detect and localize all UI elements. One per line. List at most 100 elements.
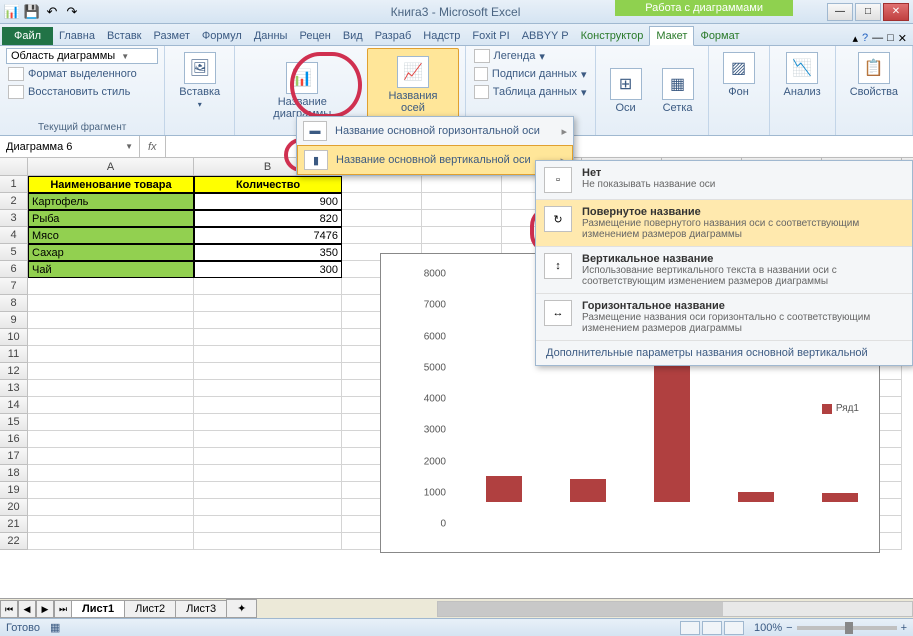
cell[interactable] [194, 516, 342, 533]
submenu-vertical-title[interactable]: ↕ Вертикальное названиеИспользование вер… [536, 247, 912, 294]
axes-button[interactable]: ⊞Оси [602, 48, 650, 133]
doc-restore-icon[interactable]: □ [887, 32, 894, 45]
submenu-none[interactable]: ▫ НетНе показывать название оси [536, 161, 912, 200]
cell[interactable] [342, 227, 422, 244]
tab-chart-format[interactable]: Формат [694, 27, 745, 45]
row-header[interactable]: 20 [0, 499, 28, 516]
undo-icon[interactable]: ↶ [44, 4, 60, 20]
doc-close-icon[interactable]: ✕ [898, 32, 907, 45]
cell[interactable] [194, 312, 342, 329]
row-header[interactable]: 8 [0, 295, 28, 312]
tab-foxit[interactable]: Foxit PI [466, 27, 515, 45]
cell[interactable] [28, 397, 194, 414]
cell[interactable] [28, 448, 194, 465]
cell[interactable] [28, 380, 194, 397]
properties-button[interactable]: 📋Свойства [842, 48, 906, 102]
submenu-rotated-title[interactable]: ↻ Повернутое названиеРазмещение повернут… [536, 200, 912, 247]
cell[interactable] [28, 295, 194, 312]
row-header[interactable]: 6 [0, 261, 28, 278]
cell[interactable]: 820 [194, 210, 342, 227]
insert-button[interactable]: 🖼Вставка▾ [171, 48, 228, 113]
cell[interactable]: 900 [194, 193, 342, 210]
tab-home[interactable]: Главна [53, 27, 101, 45]
legend-button[interactable]: Легенда ▾ [472, 48, 589, 64]
cell[interactable] [28, 431, 194, 448]
chart-bar[interactable] [822, 493, 858, 502]
sheet-nav-last[interactable]: ⏭ [54, 600, 72, 618]
sheet-tab-3[interactable]: Лист3 [175, 600, 227, 618]
tab-insert[interactable]: Вставк [101, 27, 148, 45]
row-header[interactable]: 5 [0, 244, 28, 261]
row-header[interactable]: 17 [0, 448, 28, 465]
minimize-button[interactable]: — [827, 3, 853, 21]
macro-icon[interactable]: ▦ [50, 621, 60, 634]
cell[interactable] [194, 363, 342, 380]
cell[interactable]: Наименование товара [28, 176, 194, 193]
data-labels-button[interactable]: Подписи данных ▾ [472, 66, 589, 82]
tab-developer[interactable]: Разраб [369, 27, 418, 45]
sheet-nav-prev[interactable]: ◀ [18, 600, 36, 618]
row-header[interactable]: 11 [0, 346, 28, 363]
cell[interactable] [28, 312, 194, 329]
cell[interactable] [28, 482, 194, 499]
format-selection-button[interactable]: Формат выделенного [6, 66, 158, 82]
cell[interactable] [194, 295, 342, 312]
row-header[interactable]: 7 [0, 278, 28, 295]
tab-chart-layout[interactable]: Макет [649, 26, 694, 46]
sheet-nav-next[interactable]: ▶ [36, 600, 54, 618]
cell[interactable]: Мясо [28, 227, 194, 244]
redo-icon[interactable]: ↷ [64, 4, 80, 20]
cell[interactable] [194, 448, 342, 465]
zoom-out[interactable]: − [786, 622, 792, 634]
cell[interactable] [28, 363, 194, 380]
row-header[interactable]: 1 [0, 176, 28, 193]
cell[interactable] [342, 176, 422, 193]
doc-minimize-icon[interactable]: — [872, 32, 883, 45]
minimize-ribbon-icon[interactable]: ▴ [852, 32, 858, 45]
chart-element-combo[interactable]: Область диаграммы▼ [6, 48, 158, 64]
zoom-level[interactable]: 100% [754, 622, 782, 634]
cell[interactable] [28, 465, 194, 482]
row-header[interactable]: 13 [0, 380, 28, 397]
cell[interactable]: Сахар [28, 244, 194, 261]
background-button[interactable]: ▨Фон [715, 48, 763, 102]
cell[interactable] [28, 499, 194, 516]
cell[interactable] [422, 227, 502, 244]
col-header[interactable]: A [28, 158, 194, 175]
cell[interactable] [194, 482, 342, 499]
row-header[interactable]: 3 [0, 210, 28, 227]
tab-abbyy[interactable]: ABBYY P [516, 27, 575, 45]
horizontal-scrollbar[interactable] [437, 601, 913, 617]
cell[interactable] [342, 210, 422, 227]
cell[interactable]: 7476 [194, 227, 342, 244]
new-sheet-button[interactable]: ✦ [226, 599, 257, 618]
row-header[interactable]: 18 [0, 465, 28, 482]
cell[interactable]: Количество [194, 176, 342, 193]
submenu-more-options[interactable]: Дополнительные параметры названия основн… [536, 341, 912, 365]
maximize-button[interactable]: □ [855, 3, 881, 21]
cell[interactable] [422, 210, 502, 227]
cell[interactable]: Рыба [28, 210, 194, 227]
tab-review[interactable]: Рецен [293, 27, 336, 45]
view-normal[interactable] [680, 621, 700, 635]
tab-addins[interactable]: Надстр [417, 27, 466, 45]
data-table-button[interactable]: Таблица данных ▾ [472, 84, 589, 100]
cell[interactable] [194, 499, 342, 516]
zoom-in[interactable]: + [901, 622, 907, 634]
menu-horizontal-axis-title[interactable]: ▬ Название основной горизонтальной оси▸ [297, 117, 573, 145]
row-header[interactable]: 12 [0, 363, 28, 380]
gridlines-button[interactable]: ▦Сетка [654, 48, 702, 133]
tab-layout[interactable]: Размет [148, 27, 196, 45]
analysis-button[interactable]: 📉Анализ [776, 48, 829, 102]
cell[interactable] [194, 465, 342, 482]
sheet-nav-first[interactable]: ⏮ [0, 600, 18, 618]
row-header[interactable]: 9 [0, 312, 28, 329]
save-icon[interactable]: 💾 [24, 4, 40, 20]
cell[interactable] [28, 346, 194, 363]
tab-formulas[interactable]: Формул [196, 27, 248, 45]
cell[interactable] [194, 346, 342, 363]
cell[interactable] [194, 329, 342, 346]
sheet-tab-2[interactable]: Лист2 [124, 600, 176, 618]
cell[interactable]: 350 [194, 244, 342, 261]
col-header[interactable] [0, 158, 28, 175]
